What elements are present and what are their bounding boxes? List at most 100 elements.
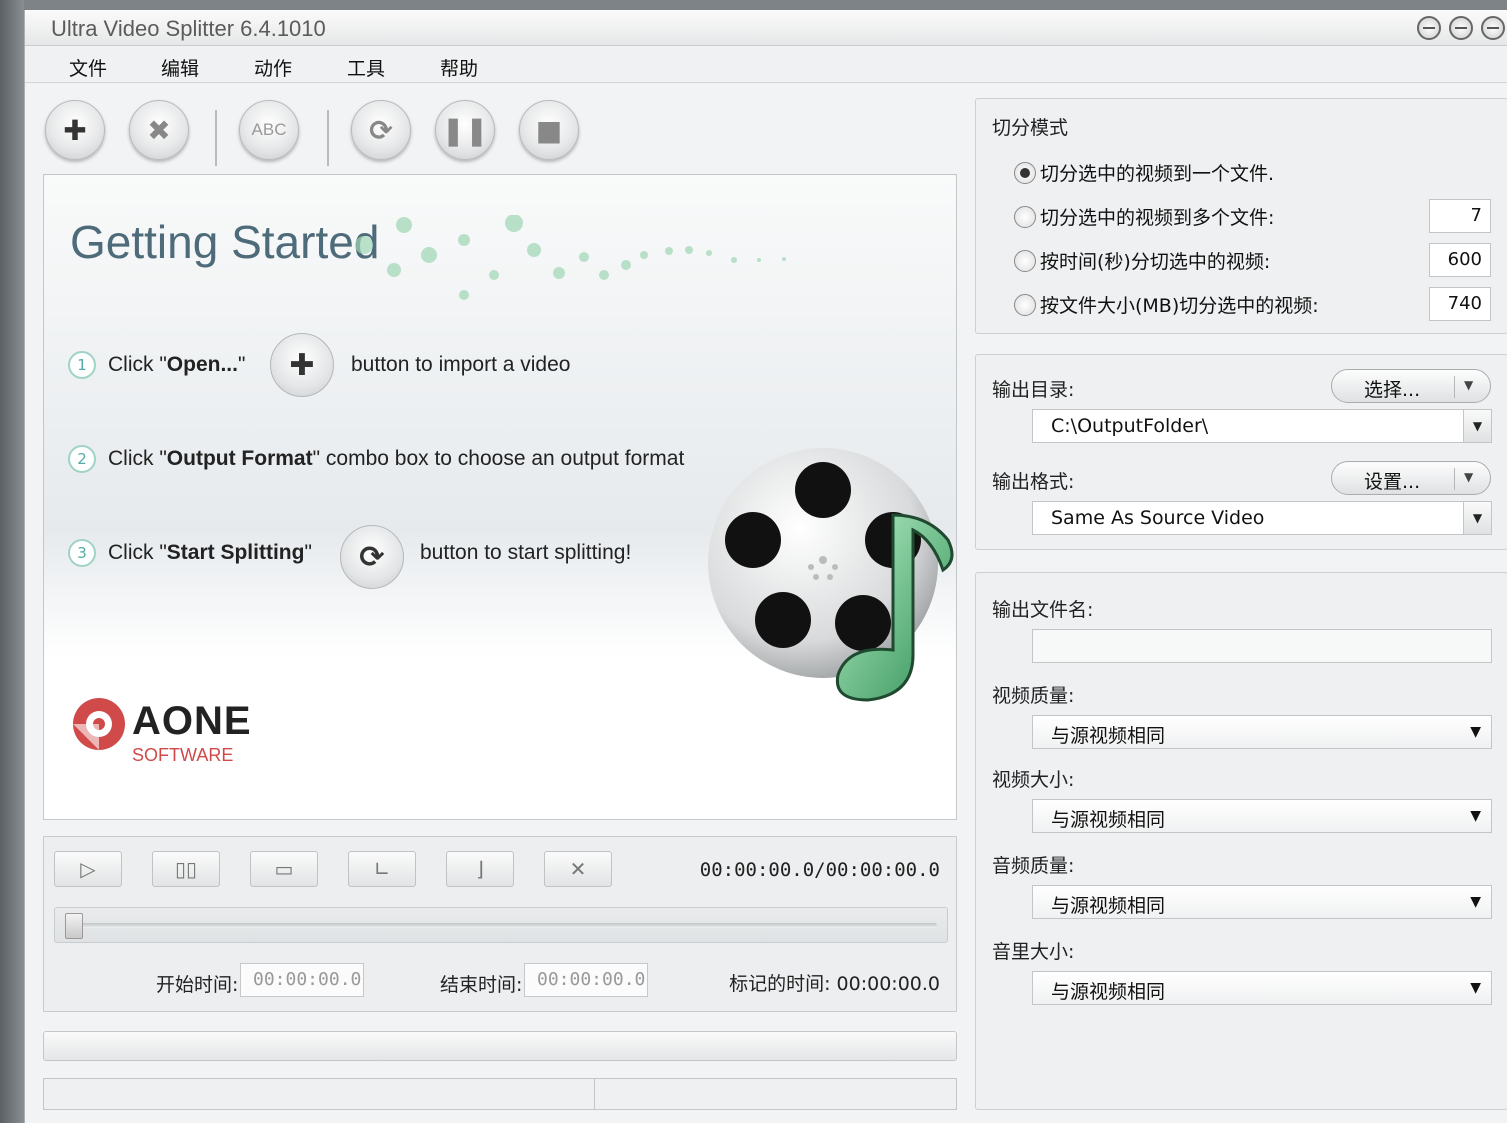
film-reel-icon bbox=[708, 448, 954, 702]
plus-icon: ✚ bbox=[63, 113, 87, 147]
close-icon[interactable] bbox=[1481, 16, 1505, 40]
start-step-icon: ⟳ bbox=[340, 525, 404, 589]
remove-button[interactable]: ✖ bbox=[129, 100, 189, 160]
chevron-down-icon[interactable]: ▼ bbox=[1463, 502, 1491, 534]
stop-icon: ▭ bbox=[274, 857, 294, 881]
audio-quality-label: 音频质量: bbox=[992, 855, 1075, 877]
end-time-label: 结束时间: bbox=[440, 974, 523, 996]
seek-slider[interactable] bbox=[54, 907, 948, 943]
logo-brand-text: AONE bbox=[132, 699, 252, 743]
video-quality-label: 视频质量: bbox=[992, 685, 1075, 707]
split-mode-group: 切分模式 切分选中的视频到一个文件. 切分选中的视频到多个文件: 7 按时间(秒… bbox=[975, 98, 1507, 334]
menu-file[interactable]: 文件 bbox=[69, 54, 107, 81]
start-time-label: 开始时间: bbox=[156, 974, 239, 996]
step-1-hint: button to import a video bbox=[351, 353, 571, 376]
chevron-down-icon: ▼ bbox=[1470, 894, 1481, 910]
split-mode-title: 切分模式 bbox=[992, 117, 1069, 139]
split-option-by-time[interactable]: 按时间(秒)分切选中的视频: bbox=[1014, 247, 1270, 274]
output-dir-combo[interactable]: C:\OutputFolder\ ▼ bbox=[1032, 409, 1492, 443]
maximize-icon[interactable] bbox=[1449, 16, 1473, 40]
output-filename-field[interactable] bbox=[1032, 629, 1492, 663]
step-1-text: Click "Open..." bbox=[108, 353, 246, 376]
output-dir-label: 输出目录: bbox=[992, 379, 1075, 401]
step-number: 1 bbox=[68, 351, 96, 379]
pause-preview-button[interactable]: ▯▯ bbox=[152, 851, 220, 887]
file-count-field[interactable]: 7 bbox=[1429, 199, 1491, 233]
start-splitting-button[interactable]: ⟳ bbox=[351, 100, 411, 160]
stop-preview-button[interactable]: ▭ bbox=[250, 851, 318, 887]
seconds-field[interactable]: 600 bbox=[1429, 243, 1491, 277]
audio-quality-select[interactable]: 与源视频相同 ▼ bbox=[1032, 885, 1492, 919]
volume-select[interactable]: 与源视频相同 ▼ bbox=[1032, 971, 1492, 1005]
chevron-down-icon: ▼ bbox=[1470, 808, 1481, 824]
step-number: 3 bbox=[68, 539, 96, 567]
status-bar bbox=[43, 1078, 957, 1110]
start-time-field[interactable]: 00:00:00.0 bbox=[240, 963, 364, 997]
getting-started-panel: Getting Started 1 Click "Open..." ✚ butt… bbox=[43, 174, 957, 820]
minimize-icon[interactable] bbox=[1417, 16, 1441, 40]
title-bar[interactable]: Ultra Video Splitter 6.4.1010 bbox=[25, 10, 1507, 46]
marked-time-text: 标记的时间: 00:00:00.0 bbox=[729, 973, 940, 995]
play-icon: ▷ bbox=[80, 857, 96, 881]
step-3-hint: button to start splitting! bbox=[420, 541, 632, 564]
radio-icon[interactable] bbox=[1014, 205, 1036, 228]
open-step-icon: ✚ bbox=[270, 333, 334, 397]
clear-icon: ✕ bbox=[569, 857, 587, 881]
radio-icon[interactable] bbox=[1014, 161, 1036, 184]
time-readout: 00:00:00.0/00:00:00.0 bbox=[699, 859, 940, 881]
radio-icon[interactable] bbox=[1014, 293, 1036, 316]
size-mb-field[interactable]: 740 bbox=[1429, 287, 1491, 321]
chevron-down-icon[interactable]: ▼ bbox=[1463, 410, 1491, 442]
menu-help[interactable]: 帮助 bbox=[440, 54, 478, 81]
menu-tools[interactable]: 工具 bbox=[347, 54, 385, 81]
stop-icon: ■ bbox=[535, 113, 563, 147]
output-format-combo[interactable]: Same As Source Video ▼ bbox=[1032, 501, 1492, 535]
mark-end-icon: ⌋ bbox=[476, 857, 484, 881]
split-option-one-file[interactable]: 切分选中的视频到一个文件. bbox=[1014, 159, 1274, 186]
pause-button[interactable]: ❚❚ bbox=[435, 100, 495, 160]
decorative-dots bbox=[355, 215, 786, 300]
stop-button[interactable]: ■ bbox=[519, 100, 579, 160]
menu-action[interactable]: 动作 bbox=[254, 54, 292, 81]
open-button[interactable]: ✚ bbox=[45, 100, 105, 160]
video-size-label: 视频大小: bbox=[992, 769, 1075, 791]
preview-controls-panel: ▷ ▯▯ ▭ ∟ ⌋ ✕ 00:00:00.0/00:00:00.0 开始时间:… bbox=[43, 836, 957, 1012]
step-2-text: Click "Output Format" combo box to choos… bbox=[108, 447, 685, 470]
play-button[interactable]: ▷ bbox=[54, 851, 122, 887]
output-filename-label: 输出文件名: bbox=[992, 599, 1094, 621]
chevron-down-icon: ▼ bbox=[1470, 724, 1481, 740]
end-time-field[interactable]: 00:00:00.0 bbox=[524, 963, 648, 997]
format-settings-button[interactable]: 设置... ▼ bbox=[1331, 461, 1491, 495]
output-format-button[interactable]: ABC bbox=[239, 100, 299, 160]
app-window: Ultra Video Splitter 6.4.1010 文件 编辑 动作 工… bbox=[24, 10, 1507, 1123]
set-end-button[interactable]: ⌋ bbox=[446, 851, 514, 887]
choose-dir-button[interactable]: 选择... ▼ bbox=[1331, 369, 1491, 403]
video-quality-select[interactable]: 与源视频相同 ▼ bbox=[1032, 715, 1492, 749]
seek-thumb[interactable] bbox=[65, 913, 83, 939]
pause-icon: ▯▯ bbox=[174, 857, 197, 881]
refresh-icon: ⟳ bbox=[369, 113, 393, 147]
getting-started-title: Getting Started bbox=[70, 216, 380, 268]
seek-track bbox=[65, 923, 937, 928]
step-number: 2 bbox=[68, 445, 96, 473]
desktop-strip bbox=[0, 0, 1507, 10]
format-text-icon: ABC bbox=[251, 120, 287, 139]
menu-edit[interactable]: 编辑 bbox=[161, 54, 199, 81]
aone-logo-mark bbox=[73, 698, 125, 750]
pause-icon: ❚❚ bbox=[441, 113, 489, 147]
clear-marks-button[interactable]: ✕ bbox=[544, 851, 612, 887]
set-start-button[interactable]: ∟ bbox=[348, 851, 416, 887]
volume-label: 音里大小: bbox=[992, 941, 1075, 963]
chevron-down-icon: ▼ bbox=[1470, 980, 1481, 996]
menu-bar: 文件 编辑 动作 工具 帮助 bbox=[25, 47, 1507, 83]
radio-icon[interactable] bbox=[1014, 249, 1036, 272]
status-divider bbox=[594, 1079, 595, 1109]
logo-sub-text: SOFTWARE bbox=[132, 745, 234, 765]
video-size-select[interactable]: 与源视频相同 ▼ bbox=[1032, 799, 1492, 833]
aone-logo: AONE SOFTWARE bbox=[70, 695, 251, 765]
toolbar-separator bbox=[327, 110, 329, 166]
split-option-multi-files[interactable]: 切分选中的视频到多个文件: bbox=[1014, 203, 1274, 230]
remove-icon: ✖ bbox=[147, 113, 171, 147]
chevron-down-icon: ▼ bbox=[1464, 378, 1474, 392]
split-option-by-size[interactable]: 按文件大小(MB)切分选中的视频: bbox=[1014, 291, 1319, 318]
